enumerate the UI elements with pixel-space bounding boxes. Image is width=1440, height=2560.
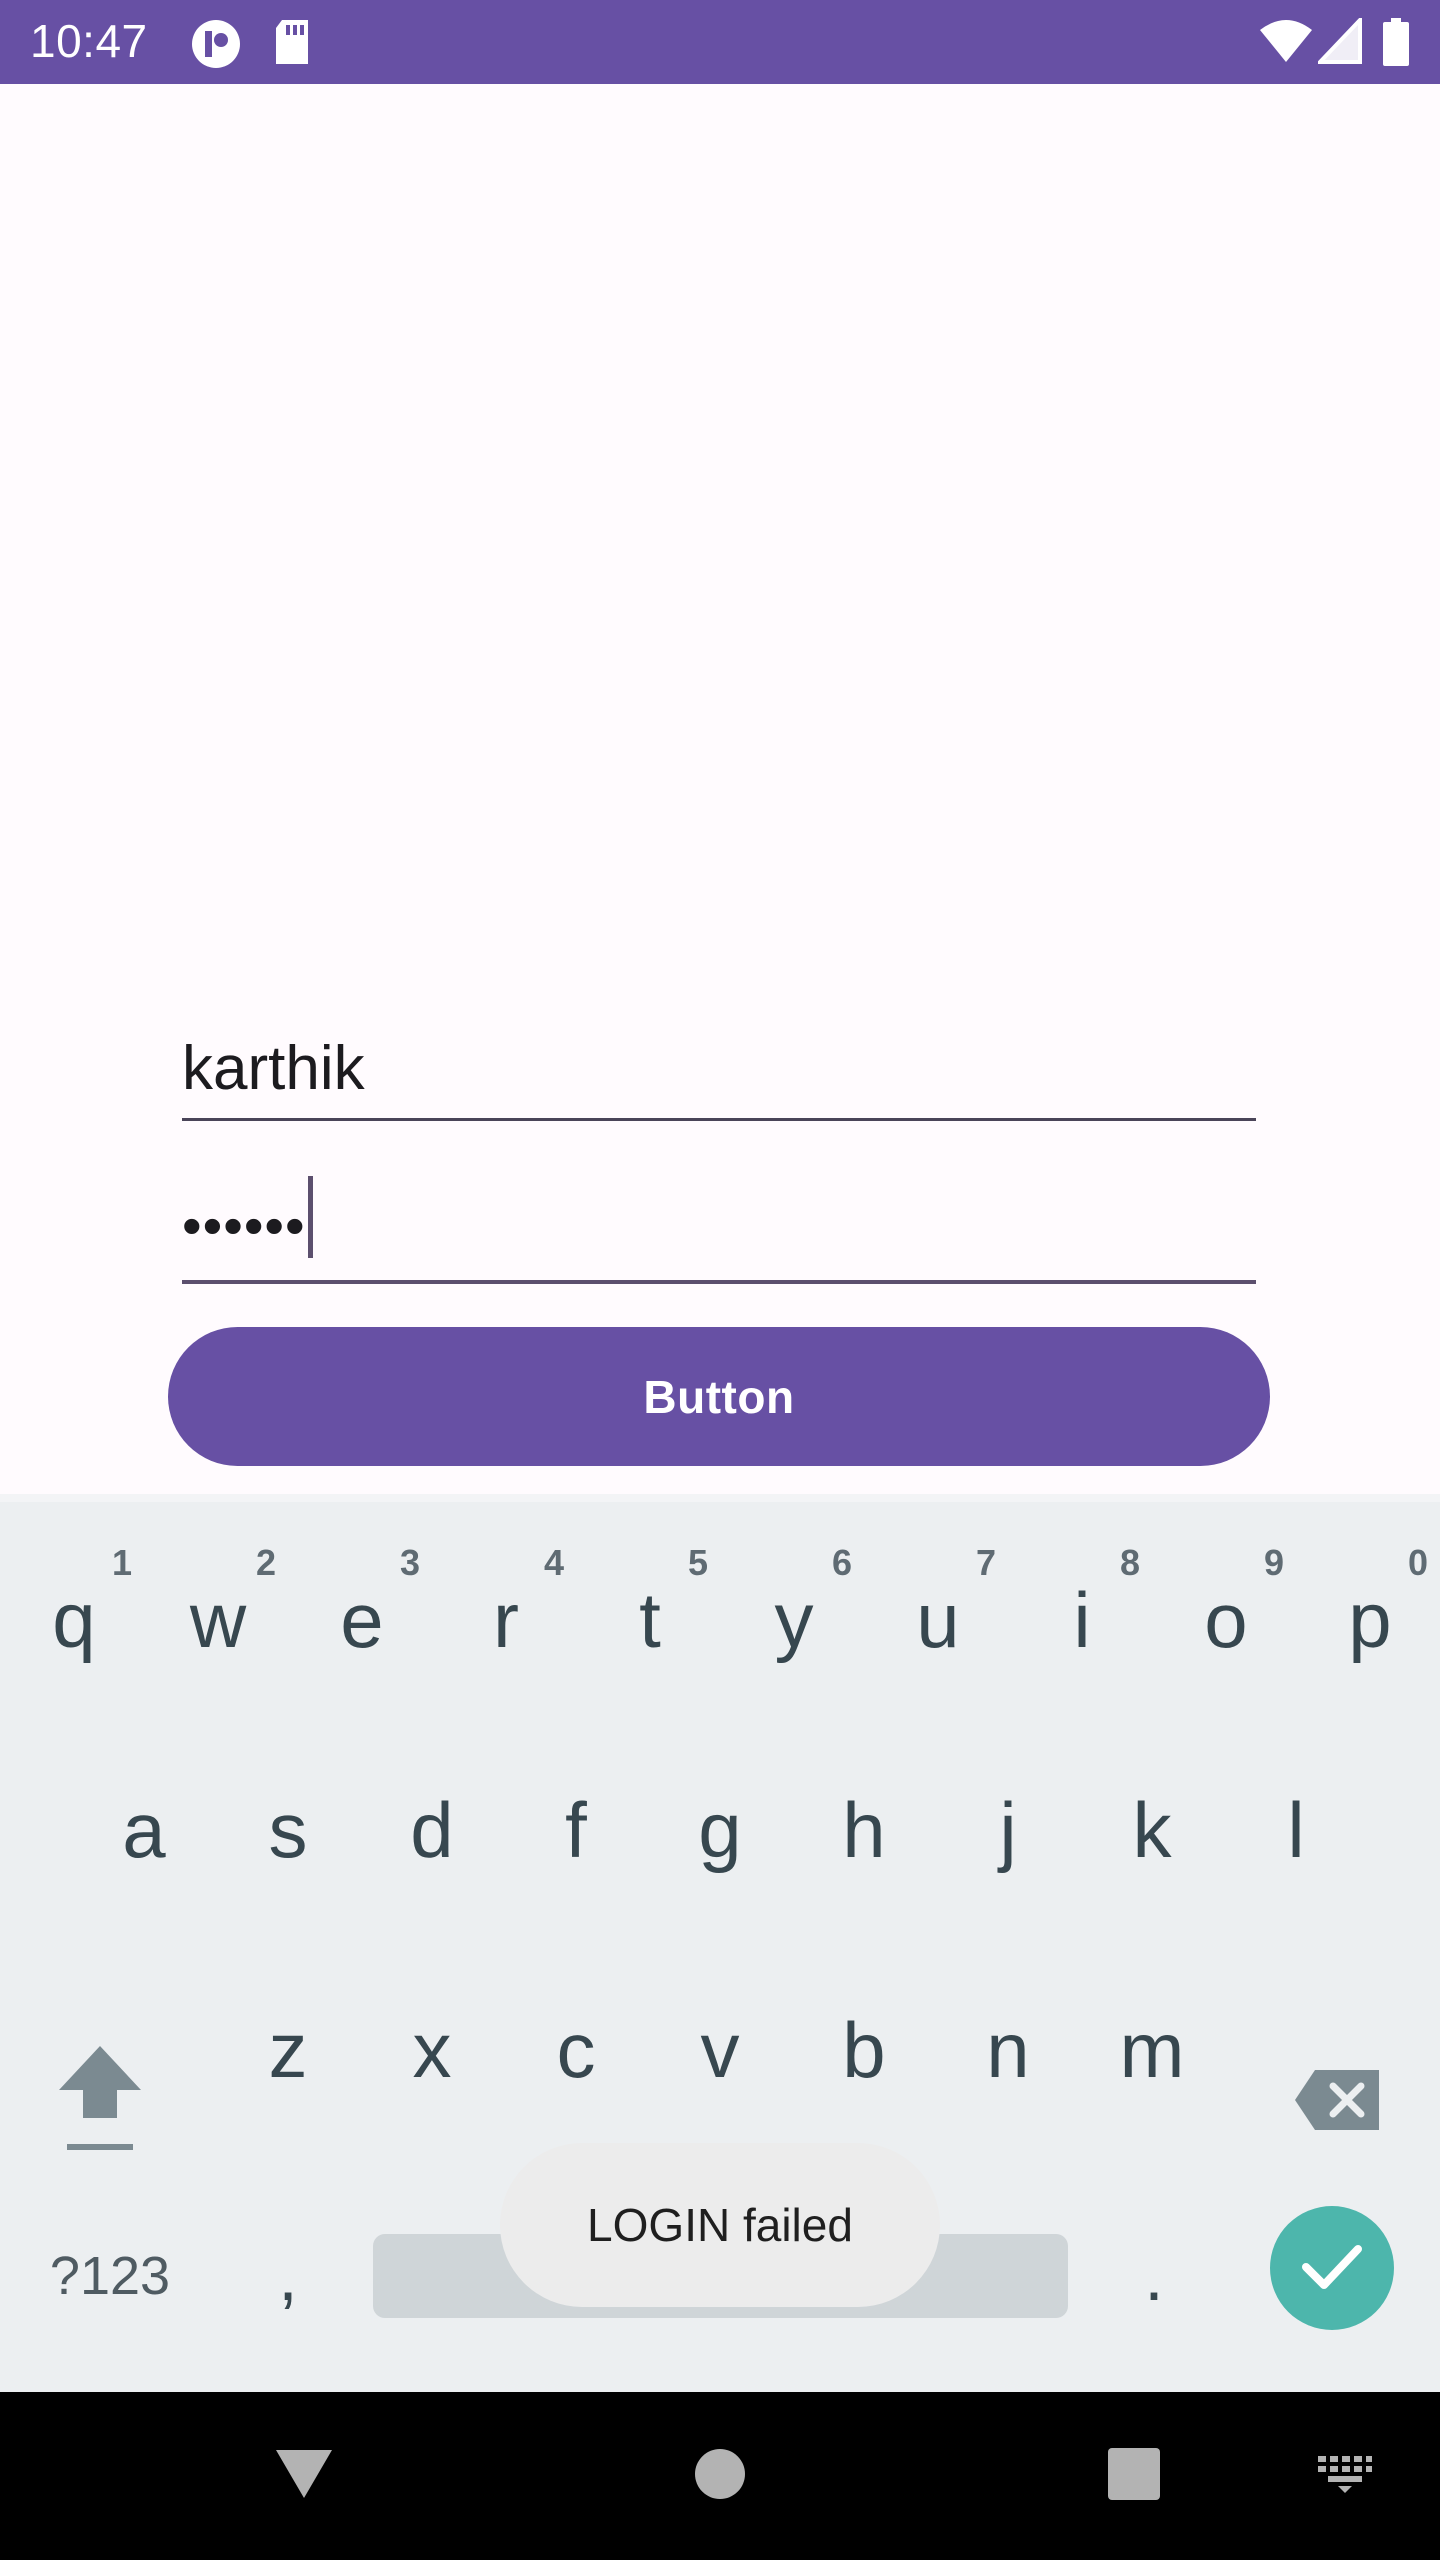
key-hint-number: 3 <box>399 1542 420 1583</box>
key-label: i <box>1073 1575 1091 1664</box>
password-field[interactable]: •••••• <box>182 1176 1256 1284</box>
key-hint-number: 8 <box>1119 1542 1140 1583</box>
key-d[interactable]: d <box>360 1730 504 1930</box>
keyboard-switch-button[interactable] <box>1300 2392 1390 2560</box>
key-t[interactable]: t5 <box>578 1520 722 1720</box>
sd-card-icon <box>272 18 312 71</box>
backspace-icon <box>1293 2068 1383 2137</box>
key-label: e <box>340 1575 384 1664</box>
key-h[interactable]: h <box>792 1730 936 1930</box>
home-icon <box>694 2448 746 2505</box>
key-a[interactable]: a <box>72 1730 216 1930</box>
check-icon <box>1300 2241 1364 2296</box>
login-screen: karthik •••••• Button <box>0 84 1440 1494</box>
key-label: q <box>52 1575 96 1664</box>
enter-key[interactable] <box>1270 2206 1394 2330</box>
key-label: w <box>189 1575 247 1664</box>
comma-key[interactable]: , <box>216 2176 360 2376</box>
key-p[interactable]: p0 <box>1298 1520 1440 1720</box>
username-field[interactable]: karthik <box>182 1034 1256 1121</box>
backspace-key[interactable] <box>1266 2002 1410 2202</box>
wifi-icon <box>1258 18 1314 69</box>
key-y[interactable]: y6 <box>722 1520 866 1720</box>
key-m[interactable]: m <box>1080 1950 1224 2150</box>
period-key[interactable]: . <box>1082 2176 1226 2376</box>
key-l[interactable]: l <box>1224 1730 1368 1930</box>
key-label: u <box>916 1575 960 1664</box>
status-bar: 10:47 <box>0 0 1440 84</box>
key-c[interactable]: c <box>504 1950 648 2150</box>
key-x[interactable]: x <box>360 1950 504 2150</box>
key-hint-number: 2 <box>255 1542 276 1583</box>
key-z[interactable]: z <box>216 1950 360 2150</box>
key-r[interactable]: r4 <box>434 1520 578 1720</box>
shift-icon <box>55 2040 145 2165</box>
key-hint-number: 7 <box>975 1542 996 1583</box>
key-f[interactable]: f <box>504 1730 648 1930</box>
key-hint-number: 5 <box>687 1542 708 1583</box>
key-o[interactable]: o9 <box>1154 1520 1298 1720</box>
username-value: karthik <box>182 1034 365 1103</box>
key-label: o <box>1204 1575 1248 1664</box>
toast-message: LOGIN failed <box>500 2143 940 2307</box>
key-hint-number: 4 <box>543 1542 564 1583</box>
key-b[interactable]: b <box>792 1950 936 2150</box>
key-label: t <box>639 1575 661 1664</box>
status-time: 10:47 <box>30 15 148 67</box>
recents-icon <box>1107 2447 1161 2506</box>
key-hint-number: 9 <box>1263 1542 1284 1583</box>
signal-icon <box>1315 15 1362 69</box>
circle-app-icon <box>190 18 242 75</box>
key-hint-number: 6 <box>831 1542 852 1583</box>
symbols-key[interactable]: ?123 <box>30 2218 190 2334</box>
text-cursor <box>307 1176 313 1258</box>
key-k[interactable]: k <box>1080 1730 1224 1930</box>
key-hint-number: 0 <box>1407 1542 1428 1583</box>
navigation-bar <box>0 2392 1440 2560</box>
login-button[interactable]: Button <box>168 1327 1270 1466</box>
key-e[interactable]: e3 <box>290 1520 434 1720</box>
key-s[interactable]: s <box>216 1730 360 1930</box>
key-label: y <box>774 1575 814 1664</box>
key-u[interactable]: u7 <box>866 1520 1010 1720</box>
home-button[interactable] <box>670 2392 770 2560</box>
key-g[interactable]: g <box>648 1730 792 1930</box>
keyboard-switch-icon <box>1316 2454 1374 2499</box>
key-i[interactable]: i8 <box>1010 1520 1154 1720</box>
key-j[interactable]: j <box>936 1730 1080 1930</box>
back-button[interactable] <box>254 2392 354 2560</box>
recents-button[interactable] <box>1084 2392 1184 2560</box>
shift-key[interactable] <box>28 2002 172 2202</box>
key-w[interactable]: w2 <box>146 1520 290 1720</box>
key-label: p <box>1348 1575 1392 1664</box>
back-icon <box>274 2448 334 2505</box>
key-q[interactable]: q1 <box>2 1520 146 1720</box>
key-label: r <box>493 1575 519 1664</box>
password-value: •••••• <box>182 1176 313 1258</box>
toast-text: LOGIN failed <box>587 2199 853 2251</box>
battery-icon <box>1382 18 1410 71</box>
key-hint-number: 1 <box>111 1542 132 1583</box>
key-v[interactable]: v <box>648 1950 792 2150</box>
key-n[interactable]: n <box>936 1950 1080 2150</box>
